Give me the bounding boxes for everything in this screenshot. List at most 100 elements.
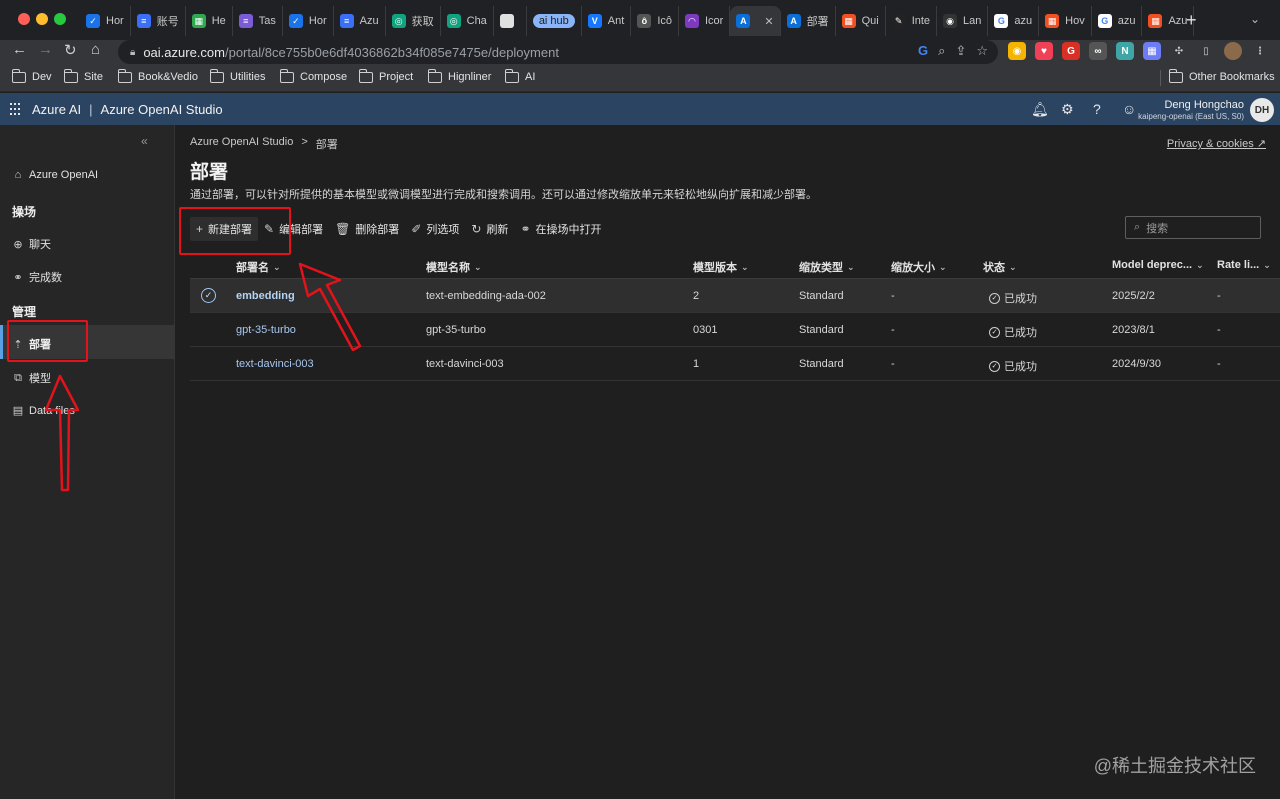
- app-brand[interactable]: Azure AI | Azure OpenAI Studio: [32, 102, 223, 117]
- cell-version: 1: [693, 358, 700, 370]
- bookmark-folder[interactable]: Book&Vedio: [117, 68, 198, 83]
- browser-tab[interactable]: Gazu: [988, 6, 1040, 36]
- user-account[interactable]: Deng Hongchao kaipeng-openai (East US, S…: [1138, 99, 1244, 123]
- folder-icon: [117, 68, 132, 83]
- column-header-rate-limit[interactable]: Rate li... ⌄: [1217, 259, 1271, 271]
- browser-tab[interactable]: ◎ 获取: [386, 6, 441, 36]
- browser-tab[interactable]: ◠ Icor: [679, 6, 731, 36]
- bookmark-folder[interactable]: Dev: [11, 68, 52, 83]
- side-panel-icon[interactable]: ▯: [1197, 42, 1215, 60]
- avatar[interactable]: DH: [1250, 98, 1274, 122]
- browser-tab[interactable]: ▦ Hov: [1039, 6, 1092, 36]
- browser-tab[interactable]: Gazu: [1092, 6, 1143, 36]
- bookmark-folder[interactable]: AI: [504, 68, 535, 83]
- refresh-button[interactable]: ↻ 刷新: [465, 217, 514, 241]
- search-input[interactable]: ⌕ 搜索: [1125, 216, 1261, 239]
- browser-tab[interactable]: ✓ Hor: [80, 6, 131, 36]
- translate-extension-icon[interactable]: G: [1062, 42, 1080, 60]
- browser-tab[interactable]: ▦ Qui: [836, 6, 886, 36]
- column-options-button[interactable]: ✐ 列选项: [405, 217, 465, 241]
- browser-tab[interactable]: ◎ Cha: [441, 6, 494, 36]
- open-in-playground-button[interactable]: ⚭ 在操场中打开: [514, 217, 607, 241]
- tab-search-icon[interactable]: ⌄: [1250, 12, 1260, 26]
- notion-extension-icon[interactable]: N: [1116, 42, 1134, 60]
- breadcrumb-root[interactable]: Azure OpenAI Studio: [190, 136, 293, 152]
- browser-tab[interactable]: ✎ Inte: [886, 6, 938, 36]
- gear-icon[interactable]: ⚙: [1061, 101, 1074, 118]
- privacy-link[interactable]: Privacy & cookies ↗: [1167, 137, 1266, 150]
- browser-tab[interactable]: A ✕: [730, 6, 781, 36]
- zoom-icon[interactable]: ⌕: [938, 43, 945, 59]
- bookmark-folder[interactable]: Hignliner: [427, 68, 491, 83]
- sidebar-item-data-files[interactable]: ▤ Data files: [12, 404, 75, 418]
- close-tab-icon[interactable]: ✕: [764, 15, 773, 28]
- browser-tab[interactable]: ≡ Azu: [334, 6, 386, 36]
- sidebar-item-models[interactable]: ⧉ 模型: [12, 370, 51, 386]
- pocket-icon[interactable]: ♥: [1035, 42, 1053, 60]
- table-row[interactable]: ✓ embedding text-embedding-ada-002 2 Sta…: [190, 279, 1280, 313]
- sidebar-item-azure-openai[interactable]: ⌂ Azure OpenAI: [12, 169, 98, 181]
- google-icon[interactable]: G: [918, 43, 928, 59]
- deployment-name-link[interactable]: text-davinci-003: [236, 358, 314, 370]
- column-header-model-name[interactable]: 模型名称 ⌄: [426, 259, 482, 275]
- folder-icon: [11, 68, 26, 83]
- column-header-scale-size[interactable]: 缩放大小 ⌄: [891, 259, 947, 275]
- deployment-name-link[interactable]: gpt-35-turbo: [236, 324, 296, 336]
- browser-tab[interactable]: ≡ 账号: [131, 6, 186, 36]
- zoom-window-button[interactable]: [54, 13, 66, 25]
- column-header-deployment-name[interactable]: 部署名 ⌄: [236, 259, 281, 275]
- column-header-model-version[interactable]: 模型版本 ⌄: [693, 259, 749, 275]
- other-bookmarks[interactable]: Other Bookmarks: [1168, 68, 1275, 83]
- browser-tab[interactable]: ▦ He: [186, 6, 233, 36]
- minimize-window-button[interactable]: [36, 13, 48, 25]
- browser-tab[interactable]: A 部署: [781, 6, 836, 36]
- chrome-extension-icon[interactable]: ◉: [1008, 42, 1026, 60]
- forward-icon[interactable]: →: [38, 41, 53, 58]
- app-launcher-icon[interactable]: [10, 103, 22, 115]
- close-window-button[interactable]: [18, 13, 30, 25]
- glasses-extension-icon[interactable]: ∞: [1089, 42, 1107, 60]
- table-header: 部署名 ⌄ 模型名称 ⌄ 模型版本 ⌄ 缩放类型 ⌄ 缩放大小 ⌄ 状态 ⌄ Model d…: [190, 253, 1280, 279]
- address-bar[interactable]: 🔒︎ oai.azure.com /portal/8ce755b0e6df403…: [118, 40, 998, 64]
- column-header-model-deprecation[interactable]: Model deprec... ⌄: [1112, 259, 1204, 271]
- deployment-name-link[interactable]: embedding: [236, 290, 295, 302]
- cell-scale-type: Standard: [799, 324, 844, 336]
- table-row[interactable]: text-davinci-003 text-davinci-003 1 Stan…: [190, 347, 1280, 381]
- help-icon[interactable]: ?: [1093, 101, 1101, 117]
- bookmark-star-icon[interactable]: ☆: [976, 43, 988, 59]
- browser-tab[interactable]: ai hub: [527, 6, 582, 36]
- tab-title: He: [211, 15, 226, 27]
- row-selected-check-icon[interactable]: ✓: [201, 288, 216, 303]
- more-menu-icon[interactable]: ⋮: [1251, 42, 1269, 60]
- chevron-down-icon: ⌄: [847, 261, 855, 272]
- table-row[interactable]: gpt-35-turbo gpt-35-turbo 0301 Standard …: [190, 313, 1280, 347]
- apps-extension-icon[interactable]: ▦: [1143, 42, 1161, 60]
- share-icon[interactable]: ⇪: [955, 43, 966, 59]
- feedback-smiley-icon[interactable]: ☺: [1122, 101, 1136, 117]
- collapse-sidebar-icon[interactable]: «: [141, 134, 148, 148]
- column-header-status[interactable]: 状态 ⌄: [983, 259, 1017, 275]
- tab-title: Hor: [308, 15, 327, 27]
- browser-tab[interactable]: ô Icô: [631, 6, 679, 36]
- new-tab-button[interactable]: +: [1186, 10, 1197, 31]
- bookmark-folder[interactable]: Compose: [279, 68, 347, 83]
- back-icon[interactable]: ←: [12, 41, 27, 58]
- home-icon[interactable]: ⌂: [91, 41, 100, 58]
- browser-tab[interactable]: ◉ Lan: [937, 6, 989, 36]
- browser-tab[interactable]: ≡ Tas: [233, 6, 283, 36]
- column-header-scale-type[interactable]: 缩放类型 ⌄: [799, 259, 855, 275]
- bookmark-folder[interactable]: Project: [358, 68, 413, 83]
- puzzle-icon[interactable]: ✣: [1170, 42, 1188, 60]
- browser-tab[interactable]: ✓ Hor: [283, 6, 334, 36]
- profile-avatar-icon[interactable]: [1224, 42, 1242, 60]
- bookmark-folder[interactable]: Utilities: [209, 68, 265, 83]
- browser-tab[interactable]: V Ant: [582, 6, 632, 36]
- bookmark-folder[interactable]: Site: [63, 68, 103, 83]
- tab-group-label[interactable]: ai hub: [532, 14, 575, 28]
- browser-tab[interactable]: [494, 6, 527, 36]
- delete-deployment-button[interactable]: 🗑︎ 删除部署: [329, 217, 405, 241]
- reload-icon[interactable]: ↻: [64, 41, 77, 59]
- sidebar-item-chat[interactable]: ⊕ 聊天: [12, 236, 51, 252]
- sidebar-item-completions[interactable]: ⚭ 完成数: [12, 269, 62, 285]
- bell-icon[interactable]: 🔔︎: [1031, 101, 1049, 118]
